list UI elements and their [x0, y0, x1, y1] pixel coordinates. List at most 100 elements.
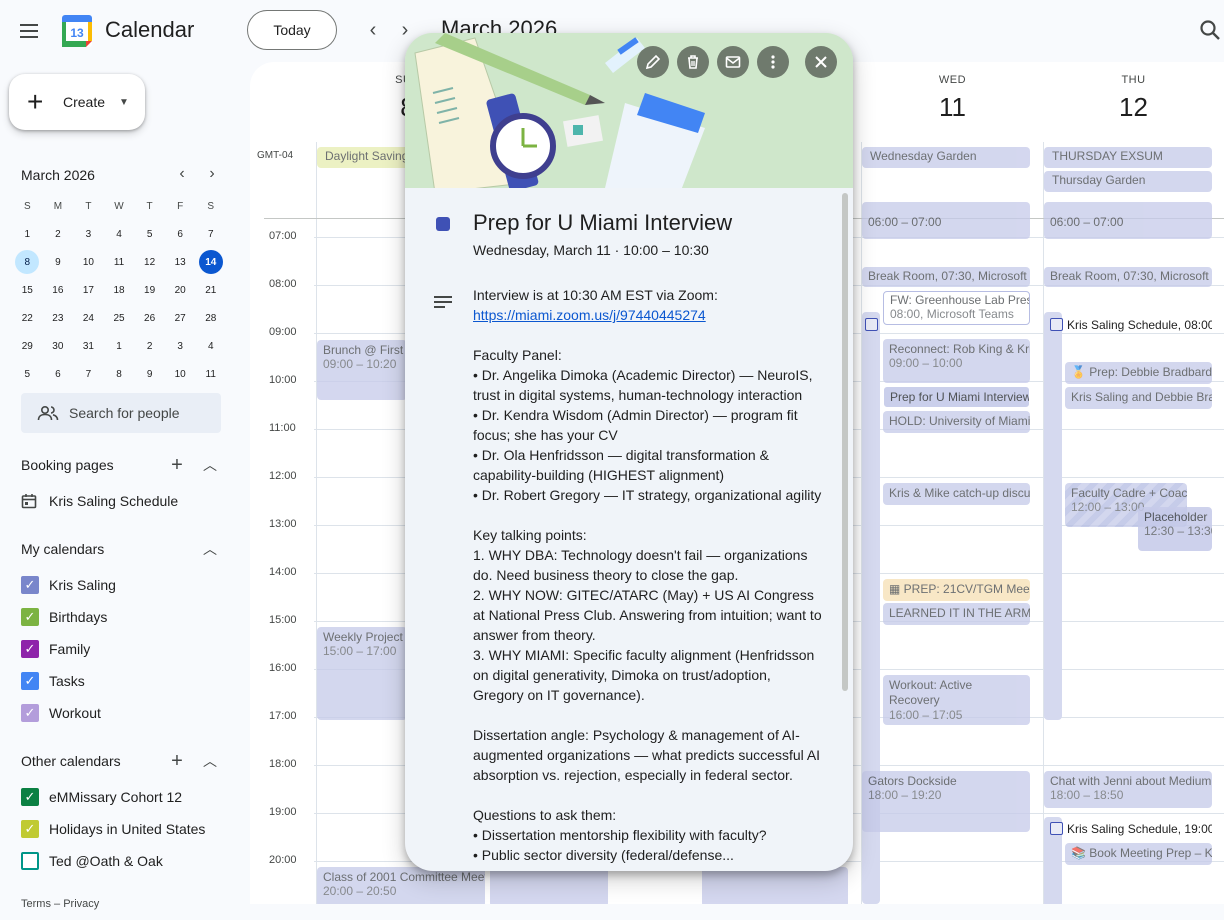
- calendar-item[interactable]: ✓ Tasks: [21, 669, 85, 693]
- calendar-checkbox[interactable]: ✓: [21, 640, 39, 658]
- mini-day[interactable]: 29: [12, 332, 43, 360]
- booking-block-bar[interactable]: [1044, 312, 1062, 720]
- calendar-checkbox[interactable]: ✓: [21, 672, 39, 690]
- mini-day[interactable]: 6: [43, 360, 74, 388]
- mini-day[interactable]: 22: [12, 304, 43, 332]
- calendar-checkbox[interactable]: ✓: [21, 576, 39, 594]
- today-button[interactable]: Today: [247, 10, 337, 50]
- calendar-item[interactable]: ✓ Family: [21, 637, 90, 661]
- create-button[interactable]: + Create ▼: [9, 74, 145, 130]
- day-header-thu[interactable]: THU 12: [1043, 74, 1224, 123]
- search-people-field[interactable]: Search for people: [21, 393, 221, 433]
- event-thu-placeholder[interactable]: Placeholder 12:30 – 13:30: [1138, 507, 1212, 551]
- main-menu-button[interactable]: [12, 14, 46, 48]
- event-wed-kris-mike[interactable]: Kris & Mike catch-up discussion: [883, 483, 1030, 505]
- mini-day[interactable]: 2: [43, 220, 74, 248]
- zoom-link[interactable]: https://miami.zoom.us/j/97440445274: [473, 307, 706, 323]
- mini-day[interactable]: 19: [134, 276, 165, 304]
- event-thu-book-meeting[interactable]: 📚 Book Meeting Prep – Kris: [1065, 843, 1212, 865]
- popup-scrollbar[interactable]: [842, 193, 848, 691]
- mini-day[interactable]: 1: [104, 332, 135, 360]
- mini-day[interactable]: 3: [73, 220, 104, 248]
- mini-day[interactable]: 23: [43, 304, 74, 332]
- event-wed-learned[interactable]: LEARNED IT IN THE ARMY: [883, 603, 1030, 625]
- mini-day[interactable]: 15: [12, 276, 43, 304]
- calendar-item[interactable]: ✓ eMMissary Cohort 12: [21, 785, 182, 809]
- event-wed-break-room[interactable]: Break Room, 07:30, Microsoft Teams: [862, 267, 1030, 287]
- event-wed-early[interactable]: 06:00 – 07:00: [862, 202, 1030, 239]
- mini-day[interactable]: 14: [195, 248, 226, 276]
- event-thu-jenni[interactable]: Chat with Jenni about Medium 18:00 – 18:5…: [1044, 771, 1212, 808]
- terms-link[interactable]: Terms: [21, 898, 51, 910]
- mini-day[interactable]: 28: [195, 304, 226, 332]
- mini-day[interactable]: 8: [104, 360, 135, 388]
- email-guests-button[interactable]: [717, 46, 749, 78]
- calendar-item[interactable]: ✓ Holidays in United States: [21, 817, 205, 841]
- collapse-my-calendars-icon[interactable]: ︿: [200, 539, 220, 559]
- mini-prev-month-button[interactable]: ‹: [172, 165, 192, 183]
- previous-week-button[interactable]: ‹: [362, 18, 384, 42]
- mini-day[interactable]: 2: [134, 332, 165, 360]
- day-number[interactable]: 11: [862, 92, 1043, 123]
- close-popup-button[interactable]: [805, 46, 837, 78]
- mini-day[interactable]: 7: [195, 220, 226, 248]
- event-wed-reconnect[interactable]: Reconnect: Rob King & Kris 09:00 – 10:00: [883, 339, 1030, 383]
- calendar-checkbox[interactable]: [21, 852, 39, 870]
- mini-day[interactable]: 5: [12, 360, 43, 388]
- calendar-checkbox[interactable]: ✓: [21, 608, 39, 626]
- mini-day[interactable]: 25: [104, 304, 135, 332]
- mini-day[interactable]: 20: [165, 276, 196, 304]
- mini-day[interactable]: 16: [43, 276, 74, 304]
- privacy-link[interactable]: Privacy: [63, 898, 99, 910]
- event-wed-prep-21cv[interactable]: ▦ PREP: 21CV/TGM Meeting: [883, 579, 1030, 601]
- mini-day[interactable]: 6: [165, 220, 196, 248]
- mini-day[interactable]: 9: [134, 360, 165, 388]
- mini-day[interactable]: 18: [104, 276, 135, 304]
- mini-day[interactable]: 27: [165, 304, 196, 332]
- mini-day[interactable]: 13: [165, 248, 196, 276]
- event-wed-fw-greenhouse[interactable]: FW: Greenhouse Lab Presentation08:00, Mi…: [883, 291, 1030, 325]
- all-day-event[interactable]: THURSDAY EXSUM: [1044, 147, 1212, 168]
- mini-day[interactable]: 1: [12, 220, 43, 248]
- event-thu-schedule-2[interactable]: Kris Saling Schedule, 19:00: [1044, 819, 1212, 841]
- event-wed-prep-umiami[interactable]: Prep for U Miami Interview: [883, 386, 1030, 408]
- mini-day[interactable]: 26: [134, 304, 165, 332]
- add-other-calendar-icon[interactable]: +: [167, 751, 187, 771]
- mini-day[interactable]: 30: [43, 332, 74, 360]
- caret-down-icon[interactable]: ▼: [119, 97, 129, 108]
- event-thu-schedule-1[interactable]: Kris Saling Schedule, 08:00: [1044, 315, 1212, 337]
- event-weekly-review[interactable]: Weekly Project Review15:00 – 17:00: [317, 627, 407, 720]
- mini-day[interactable]: 4: [195, 332, 226, 360]
- event-class-of-2001[interactable]: Class of 2001 Committee Meeting20:00 – 2…: [317, 867, 485, 904]
- mini-day[interactable]: 24: [73, 304, 104, 332]
- calendar-item[interactable]: ✓ Kris Saling: [21, 573, 116, 597]
- mini-day[interactable]: 11: [195, 360, 226, 388]
- event-sunday-evening[interactable]: [490, 867, 608, 904]
- add-booking-page-icon[interactable]: +: [167, 455, 187, 475]
- event-wed-hold[interactable]: HOLD: University of Miami: [883, 411, 1030, 433]
- mini-day[interactable]: 10: [73, 248, 104, 276]
- mini-day[interactable]: 11: [104, 248, 135, 276]
- all-day-event[interactable]: Thursday Garden: [1044, 171, 1212, 192]
- mini-day[interactable]: 31: [73, 332, 104, 360]
- mini-day[interactable]: 4: [104, 220, 135, 248]
- mini-day[interactable]: 5: [134, 220, 165, 248]
- mini-day[interactable]: 3: [165, 332, 196, 360]
- event-evening[interactable]: [702, 867, 848, 904]
- mini-day[interactable]: 7: [73, 360, 104, 388]
- search-icon[interactable]: [1198, 18, 1222, 42]
- day-header-wed[interactable]: WED 11: [862, 74, 1043, 123]
- calendar-checkbox[interactable]: ✓: [21, 820, 39, 838]
- event-brunch[interactable]: Brunch @ First Watch09:00 – 10:20: [317, 340, 407, 400]
- event-thu-break-room[interactable]: Break Room, 07:30, Microsoft Teams: [1044, 267, 1212, 287]
- all-day-event[interactable]: Wednesday Garden: [862, 147, 1030, 168]
- edit-event-button[interactable]: [637, 46, 669, 78]
- event-thu-debbie-prep[interactable]: 🏅 Prep: Debbie Bradbard: [1065, 362, 1212, 384]
- mini-next-month-button[interactable]: ›: [202, 165, 222, 183]
- calendar-checkbox[interactable]: ✓: [21, 704, 39, 722]
- collapse-booking-pages-icon[interactable]: ︿: [200, 455, 220, 475]
- delete-event-button[interactable]: [677, 46, 709, 78]
- calendar-item[interactable]: ✓ Birthdays: [21, 605, 107, 629]
- calendar-item[interactable]: ✓ Workout: [21, 701, 101, 725]
- calendar-logo-icon[interactable]: 13: [61, 14, 93, 48]
